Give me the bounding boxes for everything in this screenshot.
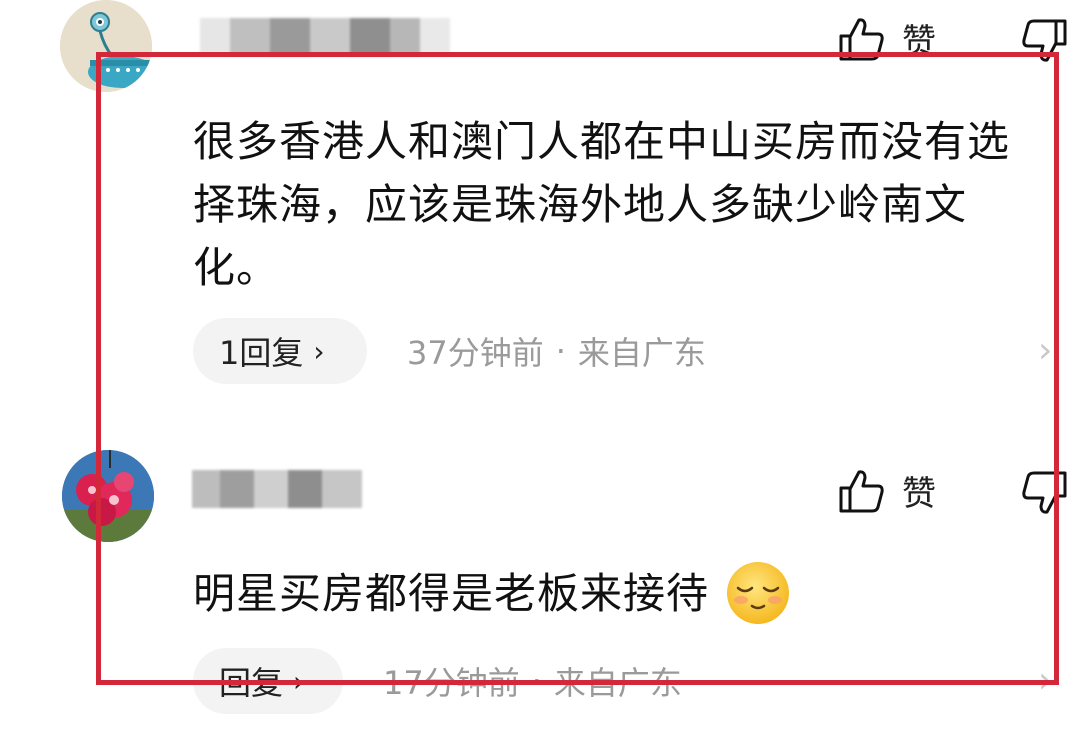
like-button[interactable]: 赞 [838, 14, 937, 63]
comment-time: 37分钟前 [407, 334, 544, 372]
more-chevron-icon[interactable]: › [1038, 660, 1052, 701]
meta-separator: · [531, 662, 542, 700]
shy-smile-emoji [727, 562, 790, 624]
thumbs-down-icon[interactable] [1020, 18, 1068, 64]
chevron-right-icon: › [313, 334, 325, 368]
thumbs-up-icon [839, 17, 884, 60]
thumbs-up-icon [839, 469, 884, 512]
like-label: 赞 [902, 474, 937, 514]
like-button[interactable]: 赞 [838, 466, 937, 515]
reply-label: 1回复 [219, 334, 304, 372]
comment-text-row: 明星买房都得是老板来接待 [193, 560, 1043, 626]
comment-text: 明星买房都得是老板来接待 [193, 568, 710, 618]
meta-separator: · [555, 332, 566, 370]
comment-meta: 1回复 › 37分钟前 · 来自广东 [193, 318, 706, 384]
cartoon-avatar-icon [60, 0, 152, 92]
username-blurred[interactable] [192, 470, 362, 508]
avatar[interactable] [62, 450, 154, 542]
comment-text: 很多香港人和澳门人都在中山买房而没有选择珠海，应该是珠海外地人多缺少岭南文化。 [193, 117, 1011, 292]
comment-location: 来自广东 [553, 664, 682, 702]
comment-meta: 回复 › 17分钟前 · 来自广东 [193, 648, 682, 714]
comment-item: 赞 明星买房都得是老板来接待 回复 › 17分钟前 · 来自广东 › [0, 420, 1091, 747]
avatar[interactable] [60, 0, 152, 92]
username-blurred[interactable] [200, 18, 450, 56]
like-label: 赞 [902, 22, 937, 62]
comment-item: 赞 很多香港人和澳门人都在中山买房而没有选择珠海，应该是珠海外地人多缺少岭南文化… [0, 0, 1091, 400]
comment-time: 17分钟前 [383, 664, 520, 702]
thumbs-down-icon[interactable] [1020, 470, 1068, 516]
reply-button[interactable]: 1回复 › [193, 318, 367, 384]
more-chevron-icon[interactable]: › [1038, 330, 1052, 371]
reply-button[interactable]: 回复 › [193, 648, 343, 714]
flower-avatar-icon [62, 450, 154, 542]
comment-location: 来自广东 [577, 334, 706, 372]
reply-label: 回复 [219, 664, 284, 702]
chevron-right-icon: › [293, 664, 305, 698]
